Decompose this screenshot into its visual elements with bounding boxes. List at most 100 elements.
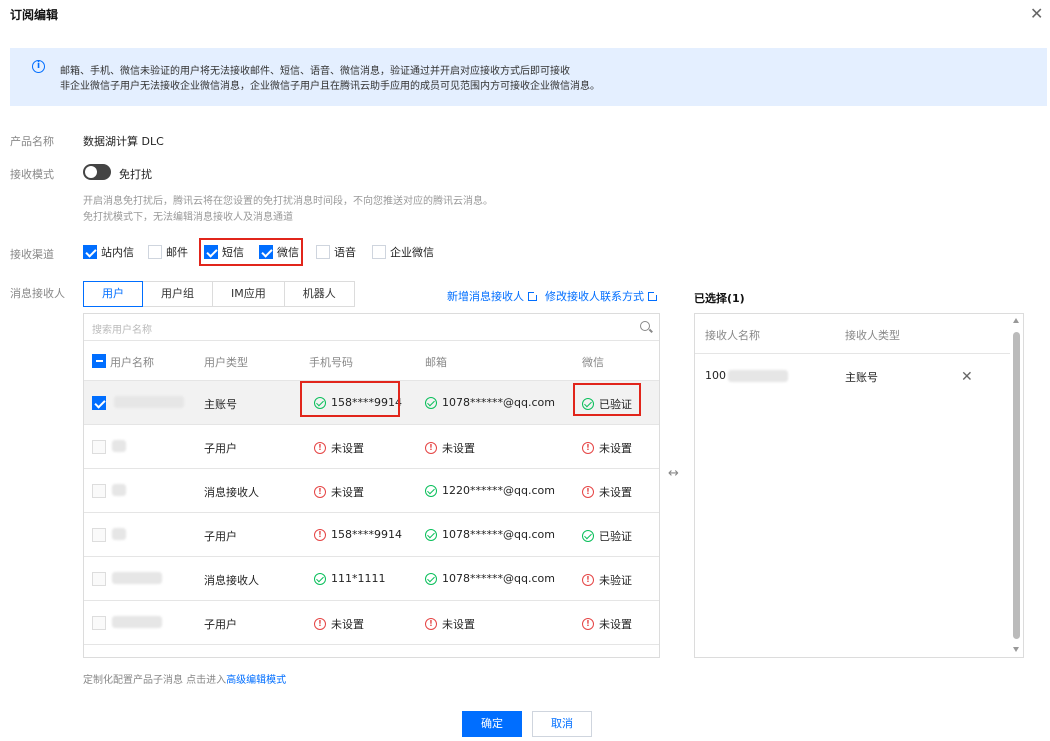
- selected-title: 已选择(1): [694, 292, 745, 305]
- row-checkbox[interactable]: [92, 396, 106, 410]
- confirm-button[interactable]: 确定: [462, 711, 522, 737]
- tab-bots[interactable]: 机器人: [284, 281, 355, 307]
- link-text: 修改接收人联系方式: [545, 290, 644, 303]
- transfer-arrows-icon: ↔: [668, 466, 679, 481]
- scroll-thumb[interactable]: [1013, 332, 1020, 639]
- warning-icon: !: [314, 528, 326, 541]
- search-input[interactable]: 搜索用户名称: [92, 321, 152, 336]
- product-name: 数据湖计算 DLC: [83, 135, 164, 148]
- table-row[interactable]: 子用户 ! 未设置 ! 未设置 ! 未设置: [84, 425, 659, 469]
- email: 1078******@qq.com: [442, 572, 555, 585]
- remove-icon[interactable]: ✕: [961, 369, 973, 385]
- email: 1078******@qq.com: [442, 396, 555, 409]
- scroll-up-icon[interactable]: [1013, 318, 1019, 323]
- email: 未设置: [442, 618, 475, 631]
- edit-contact-link[interactable]: 修改接收人联系方式: [545, 288, 658, 304]
- row-checkbox[interactable]: [92, 484, 106, 498]
- channel-wecom[interactable]: 企业微信: [372, 244, 434, 260]
- advanced-edit-link[interactable]: 高级编辑模式: [226, 675, 286, 686]
- phone: 111*1111: [331, 572, 386, 585]
- row-checkbox[interactable]: [92, 616, 106, 630]
- checkbox-checked-icon[interactable]: [83, 245, 97, 259]
- verified-icon: [425, 396, 437, 409]
- table-row[interactable]: 子用户 ! 未设置 ! 未设置 ! 未设置: [84, 601, 659, 645]
- verified-icon: [425, 572, 437, 585]
- channel-wechat[interactable]: 微信: [259, 244, 299, 260]
- phone: 未设置: [331, 486, 364, 499]
- row-checkbox[interactable]: [92, 528, 106, 542]
- notice-line-1: 邮箱、手机、微信未验证的用户将无法接收邮件、短信、语音、微信消息，验证通过并开启…: [60, 66, 570, 77]
- warning-icon: !: [582, 486, 594, 498]
- selected-name: 100: [705, 369, 788, 382]
- tab-user-groups[interactable]: 用户组: [143, 281, 213, 307]
- dialog-title: 订阅编辑: [10, 8, 59, 22]
- row-checkbox[interactable]: [92, 572, 106, 586]
- toggle-label: 免打扰: [119, 168, 152, 181]
- warning-icon: !: [314, 442, 326, 454]
- link-text: 新增消息接收人: [447, 290, 524, 303]
- warning-icon: !: [425, 442, 437, 454]
- checkbox-checked-icon[interactable]: [259, 245, 273, 259]
- user-type: 消息接收人: [204, 486, 259, 499]
- close-icon[interactable]: ✕: [1030, 6, 1043, 22]
- channel-label: 邮件: [166, 246, 188, 259]
- channel-voice[interactable]: 语音: [316, 244, 356, 260]
- channel-site-message[interactable]: 站内信: [83, 244, 134, 260]
- table-row[interactable]: 子用户 ! 158****9914 1078******@qq.com 已验证: [84, 513, 659, 557]
- table-row[interactable]: 消息接收人 ! 未设置 1220******@qq.com ! 未设置: [84, 469, 659, 513]
- channel-email[interactable]: 邮件: [148, 244, 188, 260]
- checkbox-unchecked-icon[interactable]: [372, 245, 386, 259]
- wechat-status: 未设置: [599, 618, 632, 631]
- search-box[interactable]: 搜索用户名称: [84, 314, 659, 341]
- checkbox-checked-icon[interactable]: [204, 245, 218, 259]
- table-row[interactable]: 消息接收人 111*1111 1078******@qq.com ! 未验证: [84, 557, 659, 601]
- redacted-username: [112, 528, 126, 540]
- selected-type: 主账号: [845, 371, 878, 384]
- checkbox-unchecked-icon[interactable]: [316, 245, 330, 259]
- user-type: 子用户: [204, 442, 237, 455]
- user-type: 消息接收人: [204, 574, 259, 587]
- highlight-box: [300, 381, 400, 417]
- tab-im-apps[interactable]: IM应用: [213, 281, 285, 307]
- redacted-username: [112, 616, 162, 628]
- do-not-disturb-toggle[interactable]: [83, 164, 111, 180]
- email: 1078******@qq.com: [442, 528, 555, 541]
- column-header: 用户类型: [204, 356, 248, 369]
- scroll-down-icon[interactable]: [1013, 647, 1019, 652]
- redacted-username: [114, 396, 184, 408]
- phone: 未设置: [331, 618, 364, 631]
- channel-label: 站内信: [101, 246, 134, 259]
- recipients-label: 消息接收人: [10, 287, 65, 300]
- search-icon[interactable]: [640, 321, 650, 331]
- user-type: 主账号: [204, 398, 237, 411]
- wechat-status: 未设置: [599, 486, 632, 499]
- user-type: 子用户: [204, 618, 237, 631]
- checkbox-unchecked-icon[interactable]: [148, 245, 162, 259]
- recipient-tabs: 用户 用户组 IM应用 机器人: [83, 281, 355, 307]
- column-header: 接收人名称: [705, 329, 760, 342]
- email: 未设置: [442, 442, 475, 455]
- tab-users[interactable]: 用户: [83, 281, 143, 307]
- channel-label: 企业微信: [390, 246, 434, 259]
- mode-hint-2: 免打扰模式下，无法编辑消息接收人及消息通道: [83, 212, 293, 223]
- redacted-username: [112, 484, 126, 496]
- email: 1220******@qq.com: [442, 484, 555, 497]
- channels-label: 接收渠道: [10, 248, 54, 261]
- warning-icon: !: [314, 486, 326, 498]
- phone: 未设置: [331, 442, 364, 455]
- selected-panel: 接收人名称 接收人类型 100 主账号 ✕: [694, 313, 1024, 658]
- channel-label: 语音: [334, 246, 356, 259]
- cancel-button[interactable]: 取消: [532, 711, 592, 737]
- advanced-hint-text: 定制化配置产品子消息 点击进入: [83, 675, 227, 686]
- wechat-status: 已验证: [599, 530, 632, 543]
- channel-sms[interactable]: 短信: [204, 244, 244, 260]
- select-all-checkbox[interactable]: [92, 354, 106, 368]
- column-header: 手机号码: [309, 356, 353, 369]
- warning-icon: !: [425, 618, 437, 630]
- add-recipient-link[interactable]: 新增消息接收人: [447, 288, 538, 304]
- column-header: 邮箱: [425, 356, 447, 369]
- row-checkbox[interactable]: [92, 440, 106, 454]
- external-link-icon: [648, 291, 658, 301]
- scrollbar[interactable]: [1010, 314, 1023, 657]
- verified-icon: [425, 484, 437, 497]
